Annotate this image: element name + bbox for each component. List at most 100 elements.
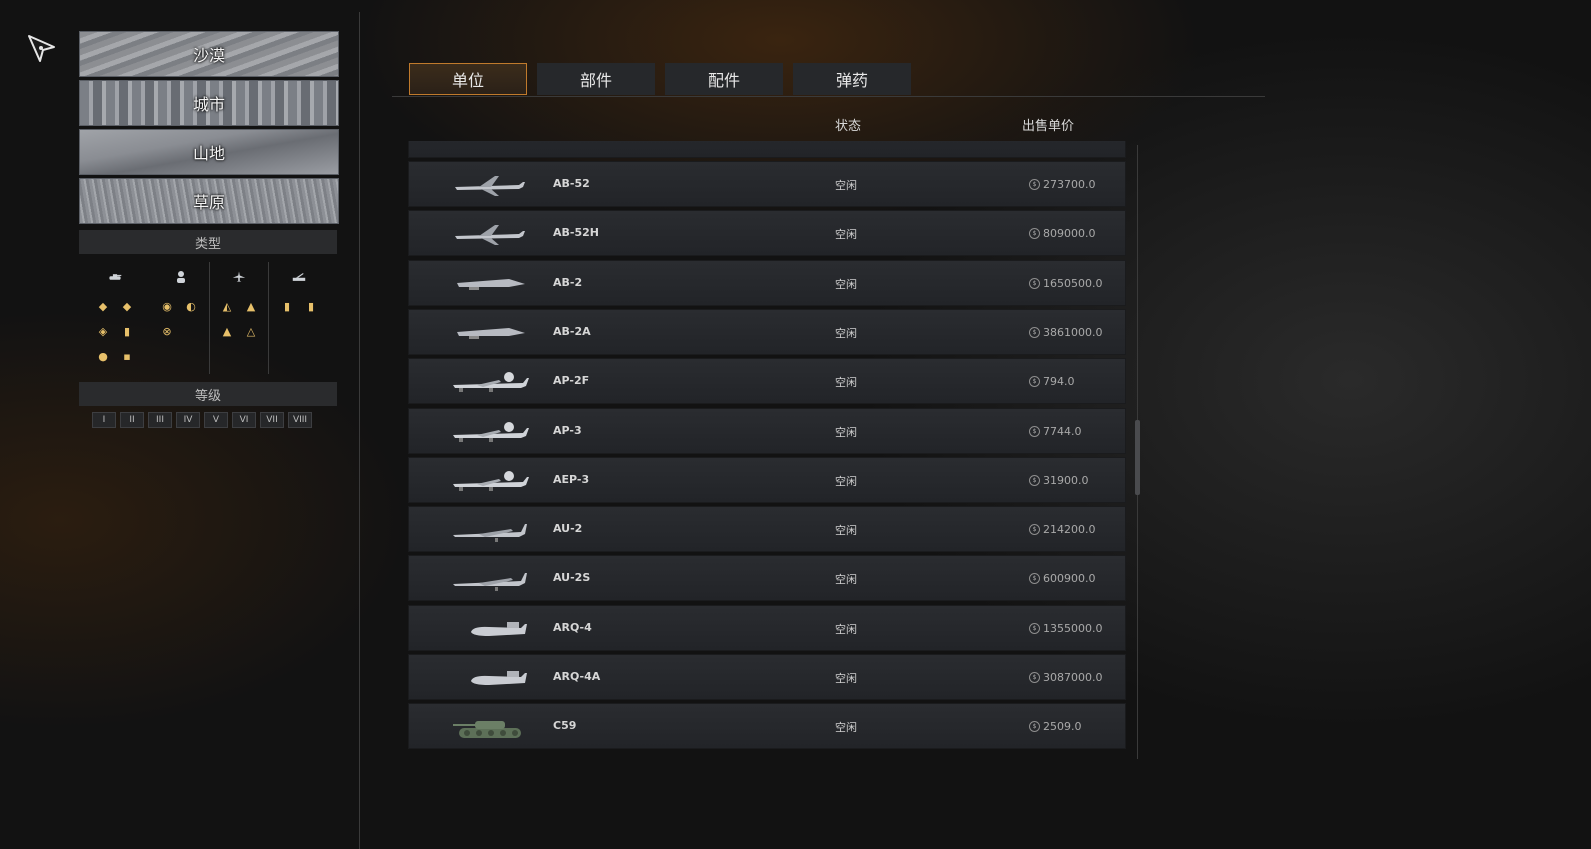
scrollbar-thumb[interactable] bbox=[1135, 420, 1140, 495]
unit-status: 空闲 bbox=[835, 622, 857, 636]
list-item[interactable]: ARQ-4 空闲 $1355000.0 bbox=[408, 604, 1126, 651]
unit-thumbnail bbox=[471, 621, 527, 636]
unit-name: AB-52H bbox=[553, 226, 599, 240]
coin-icon: $ bbox=[1029, 721, 1040, 733]
type-separator bbox=[268, 262, 269, 374]
unit-price-value: 3087000.0 bbox=[1043, 671, 1103, 684]
unit-status: 空闲 bbox=[835, 573, 857, 587]
unit-thumbnail bbox=[455, 176, 525, 196]
unit-price: $273700.0 bbox=[1029, 178, 1096, 191]
attacker-icon[interactable]: ▲ bbox=[244, 299, 258, 313]
tier-button[interactable]: IV bbox=[176, 412, 200, 428]
light-tank-icon[interactable]: ◆ bbox=[96, 299, 110, 313]
coin-icon: $ bbox=[1029, 179, 1040, 190]
tier-button[interactable]: III bbox=[148, 412, 172, 428]
tab-parts[interactable]: 部件 bbox=[537, 63, 655, 95]
aircraft-category-icon[interactable] bbox=[232, 270, 246, 284]
unit-name: AB-2 bbox=[553, 275, 583, 289]
unit-price: $794.0 bbox=[1029, 375, 1075, 388]
status-column-header: 状态 bbox=[835, 119, 862, 134]
tier-button[interactable]: II bbox=[120, 412, 144, 428]
unit-price-value: 2509.0 bbox=[1043, 720, 1082, 734]
cursor-icon bbox=[28, 35, 55, 62]
unit-thumbnail bbox=[453, 470, 529, 491]
unit-name: ARQ-4A bbox=[553, 670, 601, 683]
heavy-tank-icon[interactable]: ◈ bbox=[96, 324, 110, 338]
tab-accessories[interactable]: 配件 bbox=[665, 63, 783, 95]
medium-tank-icon[interactable]: ◆ bbox=[120, 299, 134, 313]
terrain-desert-button[interactable]: 沙漠 bbox=[79, 31, 339, 77]
tier-button[interactable]: VI bbox=[232, 412, 256, 428]
tab-bar: 单位 部件 配件 弹药 bbox=[409, 63, 911, 95]
type-filter-grid: ◆ ◆ ◈ ▮ ● ▪ ◉ ◐ ⊗ ◭ ▲ ▲ △ ▮ ▮ bbox=[79, 262, 337, 374]
tier-button[interactable]: I bbox=[92, 412, 116, 428]
unit-price: $1355000.0 bbox=[1029, 622, 1103, 635]
unit-name: AU-2S bbox=[553, 571, 591, 585]
unit-price: $214200.0 bbox=[1029, 523, 1096, 536]
list-item[interactable]: AP-2F 空闲 $794.0 bbox=[408, 358, 1126, 405]
unit-price-value: 31900.0 bbox=[1043, 473, 1089, 487]
unit-name: C59 bbox=[553, 719, 577, 733]
list-item[interactable]: AB-2 空闲 $1650500.0 bbox=[408, 259, 1126, 306]
unit-status: 空闲 bbox=[835, 425, 857, 439]
list-item[interactable] bbox=[408, 141, 1126, 158]
tank-category-icon[interactable] bbox=[108, 270, 122, 284]
spg-icon[interactable]: ● bbox=[96, 349, 110, 363]
coin-icon: $ bbox=[1029, 228, 1040, 240]
unit-status: 空闲 bbox=[835, 721, 857, 735]
list-item[interactable]: C59 空闲 $2509.0 bbox=[408, 703, 1126, 750]
coin-icon: $ bbox=[1029, 474, 1040, 486]
tank-destroyer-icon[interactable]: ▮ bbox=[120, 324, 134, 338]
unit-thumbnail bbox=[453, 721, 521, 739]
rocket-artillery-icon[interactable]: ▮ bbox=[304, 299, 318, 313]
tier-button[interactable]: V bbox=[204, 412, 228, 428]
list-item[interactable]: ARQ-4A 空闲 $3087000.0 bbox=[408, 654, 1126, 700]
unit-name: AEP-3 bbox=[553, 472, 590, 486]
unit-price-value: 3861000.0 bbox=[1043, 325, 1103, 339]
list-item[interactable]: AB-52H 空闲 $809000.0 bbox=[408, 210, 1126, 257]
unit-price: $600900.0 bbox=[1029, 572, 1096, 585]
sniper-icon[interactable]: ◐ bbox=[184, 299, 198, 313]
artillery-category-icon[interactable] bbox=[292, 270, 306, 284]
unit-thumbnail bbox=[453, 524, 527, 543]
unit-status: 空闲 bbox=[835, 326, 857, 340]
support-vehicle-icon[interactable]: ▪ bbox=[120, 349, 134, 363]
price-column-header: 出售单价 bbox=[1022, 119, 1075, 134]
unit-price: $3861000.0 bbox=[1029, 326, 1103, 339]
unit-thumbnail bbox=[453, 372, 529, 393]
unit-status: 空闲 bbox=[835, 376, 857, 390]
bomber-icon[interactable]: ▲ bbox=[220, 324, 234, 338]
tab-units[interactable]: 单位 bbox=[409, 63, 527, 95]
unit-name: ARQ-4 bbox=[553, 620, 592, 634]
list-item[interactable]: AEP-3 空闲 $31900.0 bbox=[408, 456, 1126, 503]
terrain-mountain-button[interactable]: 山地 bbox=[79, 129, 339, 175]
unit-price-value: 7744.0 bbox=[1043, 424, 1082, 438]
tier-filter-group: I II III IV V VI VII VIII bbox=[92, 412, 312, 428]
unit-status: 空闲 bbox=[835, 277, 857, 291]
tier-button[interactable]: VIII bbox=[288, 412, 312, 428]
unit-name: AP-3 bbox=[553, 423, 582, 437]
tab-underline bbox=[392, 96, 1265, 97]
fighter-icon[interactable]: ◭ bbox=[220, 299, 234, 313]
unit-thumbnail bbox=[455, 225, 525, 246]
unit-thumbnail bbox=[457, 278, 525, 290]
terrain-city-button[interactable]: 城市 bbox=[79, 80, 339, 126]
tier-filter-heading: 等级 bbox=[79, 382, 337, 406]
unit-price-value: 273700.0 bbox=[1043, 178, 1096, 191]
list-item[interactable]: AB-2A 空闲 $3861000.0 bbox=[408, 308, 1126, 355]
list-item[interactable]: AP-3 空闲 $7744.0 bbox=[408, 407, 1126, 454]
howitzer-icon[interactable]: ▮ bbox=[280, 299, 294, 313]
list-item[interactable]: AU-2S 空闲 $600900.0 bbox=[408, 555, 1126, 602]
tab-ammo[interactable]: 弹药 bbox=[793, 63, 911, 95]
unit-thumbnail bbox=[471, 671, 527, 685]
list-item[interactable]: AU-2 空闲 $214200.0 bbox=[408, 506, 1126, 553]
unit-list[interactable]: AB-52 空闲 $273700.0 AB-52H 空闲 $809000.0 AB-2 空闲 $… bbox=[408, 141, 1126, 759]
medic-icon[interactable]: ⊗ bbox=[160, 324, 174, 338]
terrain-grassland-button[interactable]: 草原 bbox=[79, 178, 339, 224]
tier-button[interactable]: VII bbox=[260, 412, 284, 428]
infantry-category-icon[interactable] bbox=[174, 270, 188, 284]
rifleman-icon[interactable]: ◉ bbox=[160, 299, 174, 313]
coin-icon: $ bbox=[1029, 672, 1040, 683]
list-item[interactable]: AB-52 空闲 $273700.0 bbox=[408, 161, 1126, 207]
recon-aircraft-icon[interactable]: △ bbox=[244, 324, 258, 338]
